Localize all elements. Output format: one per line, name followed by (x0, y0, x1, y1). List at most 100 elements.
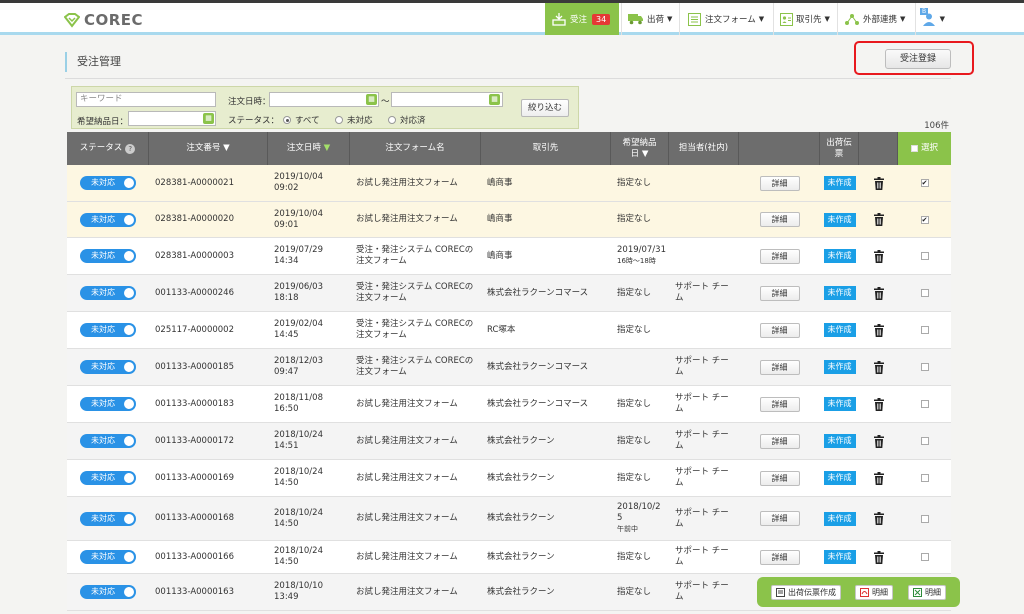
row-checkbox[interactable] (920, 400, 929, 408)
trash-icon[interactable] (873, 286, 885, 300)
row-checkbox[interactable] (920, 289, 929, 297)
register-order-button[interactable]: 受注登録 (885, 49, 951, 69)
status-radio-unhandled[interactable]: 未対応 (335, 114, 373, 126)
nav-partners-label: 取引先 (796, 15, 822, 25)
status-radio-handled[interactable]: 対応済 (388, 114, 426, 126)
detail-button[interactable]: 詳細 (759, 396, 800, 412)
status-toggle[interactable]: 未対応 (80, 212, 136, 227)
status-toggle[interactable]: 未対応 (80, 585, 136, 599)
keyword-input[interactable]: キーワード (76, 92, 216, 107)
slip-status-badge[interactable]: 未作成 (823, 397, 856, 411)
status-toggle[interactable]: 未対応 (80, 550, 136, 564)
status-toggle[interactable]: 未対応 (80, 360, 136, 374)
order-date-cell: 2018/10/24 14:51 (268, 423, 350, 459)
trash-icon[interactable] (873, 360, 885, 374)
trash-icon[interactable] (873, 397, 885, 411)
detail-button[interactable]: 詳細 (759, 322, 800, 338)
status-toggle[interactable]: 未対応 (80, 511, 136, 526)
header-order-date[interactable]: 注文日時 ▼ (268, 132, 350, 165)
slip-status-badge[interactable]: 未作成 (823, 323, 856, 337)
delivery-cell: 指定なし (611, 275, 669, 311)
row-checkbox[interactable] (920, 326, 929, 334)
detail-button[interactable]: 詳細 (759, 359, 800, 375)
row-checkbox[interactable]: ✔ (920, 179, 929, 187)
form-name-text: お試し発注用注文フォーム (356, 435, 458, 446)
statement-button-2[interactable]: 明細 (908, 585, 946, 600)
trash-icon[interactable] (873, 323, 885, 337)
status-toggle[interactable]: 未対応 (80, 323, 136, 337)
detail-button[interactable]: 詳細 (759, 212, 800, 227)
header-status[interactable]: ステータス? (67, 132, 149, 165)
calendar-icon[interactable]: ▦ (203, 113, 214, 124)
detail-cell: 詳細 (739, 165, 820, 201)
nav-integration[interactable]: 外部連携 ▼ (837, 3, 913, 35)
slip-status-badge[interactable]: 未作成 (823, 511, 856, 526)
header-order-no[interactable]: 注文番号 ▼ (149, 132, 268, 165)
status-cell: 未対応 (67, 202, 149, 237)
trash-icon[interactable] (873, 471, 885, 485)
slip-status-badge[interactable]: 未作成 (823, 434, 856, 448)
row-checkbox[interactable] (920, 553, 929, 561)
slip-cell: 未作成 (820, 165, 859, 201)
slip-status-badge[interactable]: 未作成 (823, 286, 856, 300)
staff-text: サポート チー (675, 430, 729, 440)
status-toggle[interactable]: 未対応 (80, 176, 136, 190)
detail-button[interactable]: 詳細 (759, 511, 800, 526)
nav-shipping[interactable]: 出荷 ▼ (621, 3, 677, 35)
status-radio-all[interactable]: すべて (283, 114, 320, 126)
trash-icon[interactable] (873, 434, 885, 448)
row-checkbox[interactable] (920, 514, 929, 523)
status-toggle[interactable]: 未対応 (80, 286, 136, 300)
help-icon[interactable]: ? (125, 143, 136, 154)
detail-button[interactable]: 詳細 (759, 285, 800, 301)
detail-button[interactable]: 詳細 (759, 549, 800, 565)
order-time-text: 16:50 (274, 404, 299, 414)
header-slip-label-2: 票 (834, 148, 844, 159)
order-date-to-input[interactable] (391, 92, 503, 107)
status-toggle[interactable]: 未対応 (80, 397, 136, 411)
order-no-cell: 028381-A0000003 (155, 250, 234, 261)
filter-button[interactable]: 絞り込む (521, 99, 569, 117)
staff-text-2: ム (675, 441, 684, 451)
slip-status-badge[interactable]: 未作成 (823, 360, 856, 374)
row-checkbox[interactable] (920, 363, 929, 371)
slip-status-badge[interactable]: 未作成 (823, 471, 856, 485)
logo[interactable]: COREC (64, 10, 143, 30)
slip-status-badge[interactable]: 未作成 (823, 176, 856, 190)
slip-status-badge[interactable]: 未作成 (823, 212, 856, 227)
detail-button[interactable]: 詳細 (759, 175, 800, 191)
truck-icon (628, 12, 644, 26)
status-toggle[interactable]: 未対応 (80, 249, 136, 263)
detail-button[interactable]: 詳細 (759, 248, 800, 264)
trash-icon[interactable] (873, 512, 885, 525)
header-select[interactable]: 選択 (898, 132, 951, 165)
nav-orders[interactable]: 受注 34 (545, 3, 619, 35)
order-no-cell: 001133-A0000185 (155, 361, 234, 372)
calendar-icon[interactable]: ▦ (366, 94, 377, 105)
form-name-text: 受注・発注システム CORECの (356, 245, 474, 255)
trash-icon[interactable] (873, 176, 885, 190)
staff-text-2: ム (675, 404, 684, 414)
row-checkbox[interactable]: ✔ (920, 215, 929, 224)
row-checkbox[interactable] (920, 474, 929, 482)
row-checkbox[interactable] (920, 252, 929, 260)
trash-icon[interactable] (873, 213, 885, 226)
status-toggle[interactable]: 未対応 (80, 434, 136, 448)
trash-icon[interactable] (873, 550, 885, 564)
trash-icon[interactable] (873, 249, 885, 263)
select-all-checkbox[interactable] (910, 145, 918, 152)
nav-order-form[interactable]: 注文フォーム ▼ (679, 3, 771, 35)
header-delivery[interactable]: 希望納品日 ▼ (611, 132, 669, 165)
row-checkbox[interactable] (920, 437, 929, 445)
detail-button[interactable]: 詳細 (759, 470, 800, 486)
statement-button-1[interactable]: 明細 (855, 585, 893, 600)
create-slip-button[interactable]: 出荷伝票作成 (771, 585, 841, 600)
calendar-icon[interactable]: ▦ (489, 94, 500, 105)
nav-user[interactable]: B ▼ (915, 3, 951, 35)
order-date-from-input[interactable] (269, 92, 379, 107)
slip-status-badge[interactable]: 未作成 (823, 550, 856, 564)
detail-button[interactable]: 詳細 (759, 433, 800, 449)
nav-partners[interactable]: 取引先 ▼ (773, 3, 835, 35)
slip-status-badge[interactable]: 未作成 (823, 249, 856, 263)
status-toggle[interactable]: 未対応 (80, 471, 136, 485)
